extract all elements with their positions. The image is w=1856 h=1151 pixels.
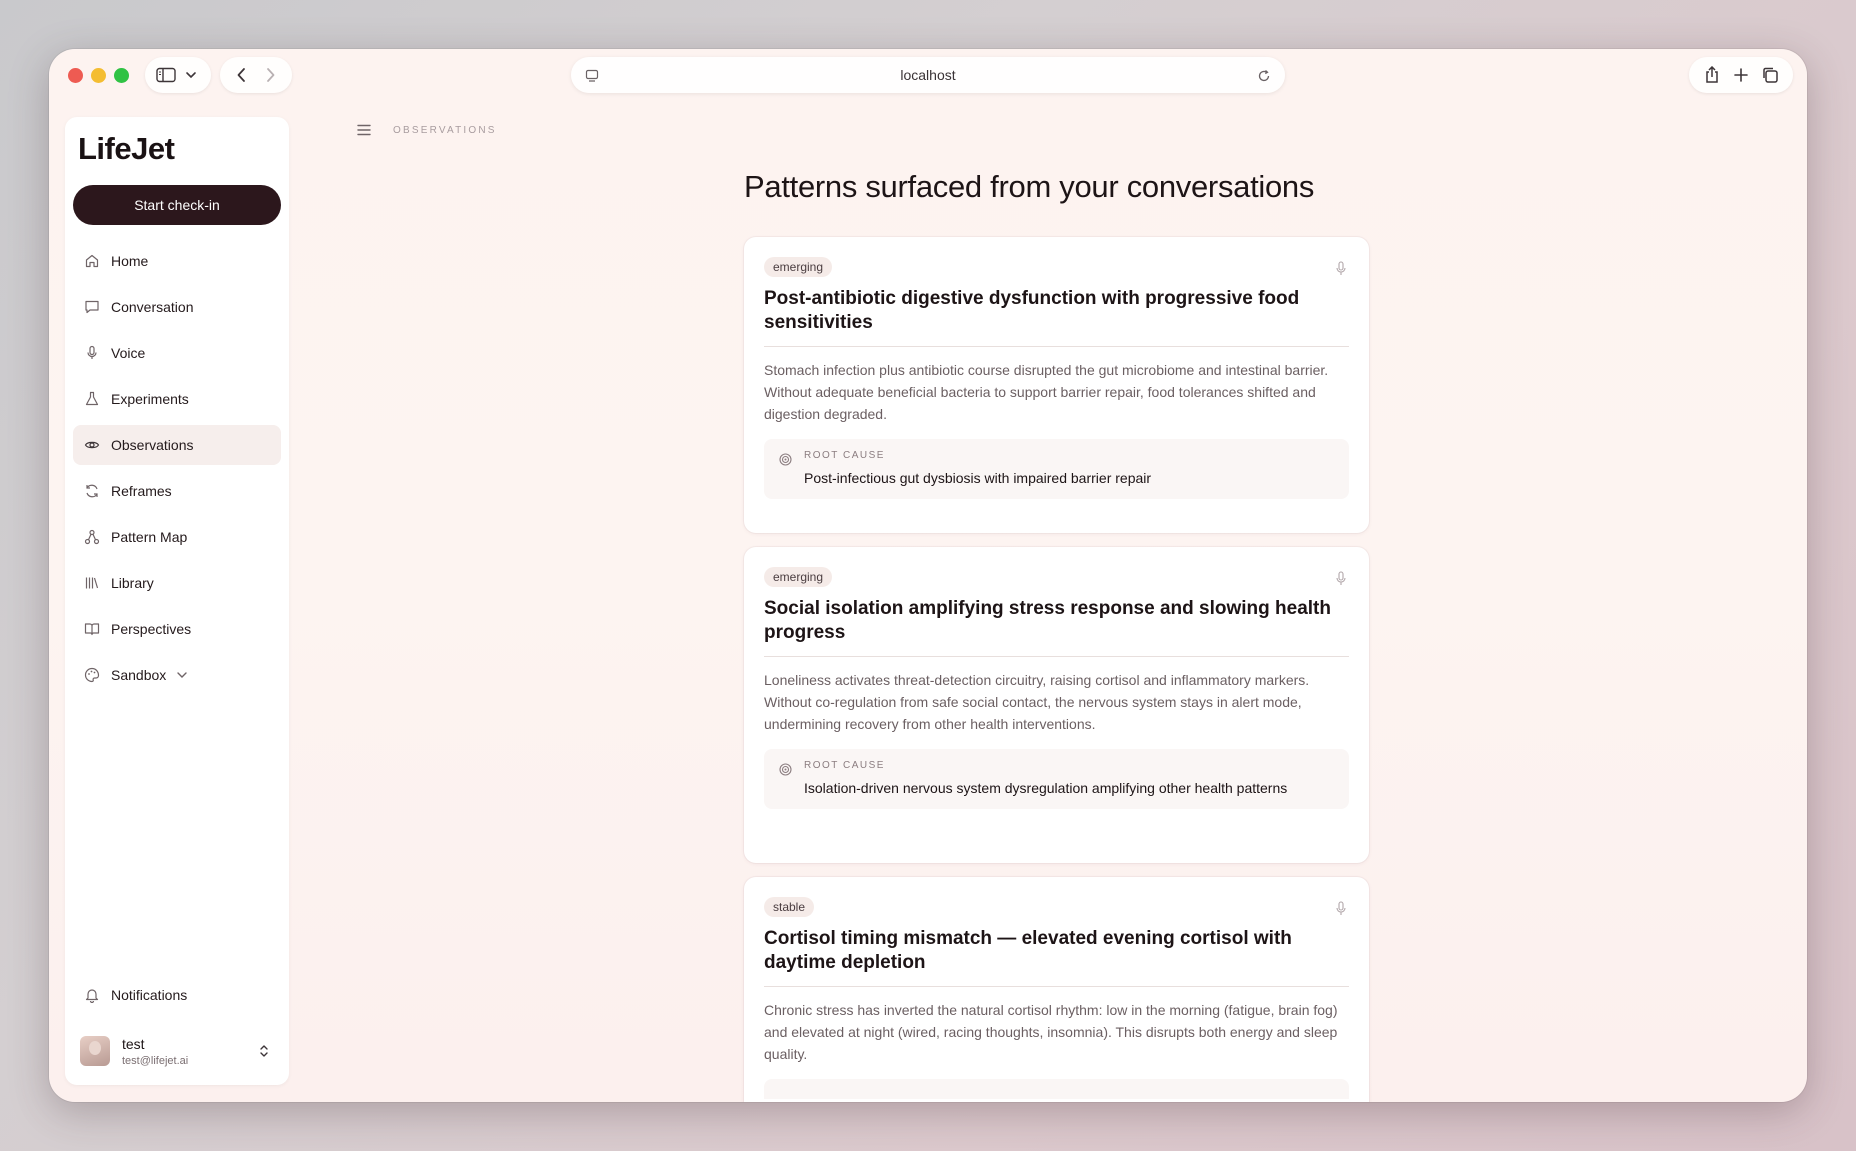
sidebar-item-label: Experiments <box>111 391 189 407</box>
sidebar-item-label: Home <box>111 253 149 269</box>
new-tab-icon[interactable] <box>1728 62 1754 88</box>
forward-arrow-icon[interactable] <box>257 62 283 88</box>
sidebar-item-label: Library <box>111 575 154 591</box>
chevron-up-down-icon[interactable] <box>259 1043 269 1064</box>
sidebar-item-label: Reframes <box>111 483 172 499</box>
mic-icon[interactable] <box>1335 571 1347 592</box>
eye-icon <box>84 437 100 453</box>
hamburger-menu-icon[interactable] <box>357 123 371 141</box>
sidebar-item-observations[interactable]: Observations <box>73 425 281 465</box>
observation-title: Post-antibiotic digestive dysfunction wi… <box>764 287 1349 347</box>
chevron-down-icon[interactable] <box>178 62 203 88</box>
mic-icon[interactable] <box>1335 901 1347 922</box>
sidebar-item-label: Notifications <box>111 987 188 1003</box>
minimize-window-button[interactable] <box>91 68 106 83</box>
share-icon[interactable] <box>1699 62 1725 88</box>
observation-body: Loneliness activates threat-detection ci… <box>764 672 1310 732</box>
user-account-menu[interactable]: test test@lifejet.ai <box>73 1025 281 1077</box>
breadcrumb: OBSERVATIONS <box>393 125 497 136</box>
target-icon <box>779 453 792 471</box>
close-window-button[interactable] <box>68 68 83 83</box>
reload-icon[interactable] <box>1251 63 1277 89</box>
sidebar-item-notifications[interactable]: Notifications <box>73 975 281 1015</box>
window-actions-group <box>1689 57 1793 93</box>
status-badge: emerging <box>764 567 833 587</box>
observation-title: Social isolation amplifying stress respo… <box>764 597 1349 657</box>
sidebar-item-label: Sandbox <box>111 667 167 683</box>
notifications-section: Notifications <box>73 975 281 1021</box>
page-title: Patterns surfaced from your conversation… <box>744 169 1315 204</box>
observation-card[interactable]: emerging Social isolation amplifying str… <box>744 547 1369 863</box>
sidebar-item-reframes[interactable]: Reframes <box>73 471 281 511</box>
observation-body: Stomach infection plus antibiotic course… <box>764 362 1329 422</box>
observation-card[interactable]: emerging Post-antibiotic digestive dysfu… <box>744 237 1369 533</box>
root-cause-text: Post-infectious gut dysbiosis with impai… <box>804 470 1152 486</box>
zoom-window-button[interactable] <box>114 68 129 83</box>
sidebar-item-voice[interactable]: Voice <box>73 333 281 373</box>
sidebar-item-sandbox[interactable]: Sandbox <box>73 655 281 695</box>
start-check-in-button[interactable]: Start check-in <box>73 185 281 225</box>
sidebar-item-label: Observations <box>111 437 194 453</box>
sidebar-item-label: Conversation <box>111 299 194 315</box>
sidebar-item-perspectives[interactable]: Perspectives <box>73 609 281 649</box>
status-badge: emerging <box>764 257 833 277</box>
user-name: test <box>122 1035 145 1052</box>
root-cause-box: ROOT CAUSE Isolation-driven nervous syst… <box>764 749 1349 809</box>
root-cause-text: Isolation-driven nervous system dysregul… <box>804 780 1288 796</box>
sidebar-item-library[interactable]: Library <box>73 563 281 603</box>
sidebar-item-label: Pattern Map <box>111 529 188 545</box>
root-cause-label: ROOT CAUSE <box>804 760 885 771</box>
target-icon <box>779 763 792 781</box>
user-info: test test@lifejet.ai <box>122 1036 188 1067</box>
root-cause-box <box>764 1079 1349 1099</box>
sidebar-item-experiments[interactable]: Experiments <box>73 379 281 419</box>
bell-icon <box>84 987 100 1003</box>
root-cause-label: ROOT CAUSE <box>804 450 885 461</box>
root-cause-box: ROOT CAUSE Post-infectious gut dysbiosis… <box>764 439 1349 499</box>
chevron-down-icon[interactable] <box>176 670 188 680</box>
user-email: test@lifejet.ai <box>122 1054 189 1067</box>
refresh-icon <box>84 483 100 499</box>
library-icon <box>84 575 100 591</box>
back-arrow-icon[interactable] <box>229 62 255 88</box>
palette-icon <box>84 667 100 683</box>
url-text: localhost <box>900 67 956 83</box>
sidebar-item-conversation[interactable]: Conversation <box>73 287 281 327</box>
sidebar-item-pattern-map[interactable]: Pattern Map <box>73 517 281 557</box>
app-sidebar: LifeJet Start check-in Home Conversation… <box>65 117 289 1085</box>
sidebar-toggle-group <box>145 57 211 93</box>
sidebar-nav: Home Conversation Voice Experiments Obse… <box>73 241 281 701</box>
avatar <box>80 1036 110 1066</box>
sidebar-item-home[interactable]: Home <box>73 241 281 281</box>
sidebar-item-label: Voice <box>111 345 146 361</box>
app-logo[interactable]: LifeJet <box>78 131 175 167</box>
observation-body: Chronic stress has inverted the natural … <box>764 1002 1338 1062</box>
sidebar-item-label: Perspectives <box>111 621 192 637</box>
history-nav-group <box>220 57 292 93</box>
mic-icon <box>84 345 100 361</box>
flask-icon <box>84 391 100 407</box>
mic-icon[interactable] <box>1335 261 1347 282</box>
network-icon <box>84 529 100 545</box>
status-badge: stable <box>764 897 815 917</box>
observation-title: Cortisol timing mismatch — elevated even… <box>764 927 1349 987</box>
sidebar-toggle-icon[interactable] <box>153 62 178 88</box>
address-bar[interactable]: localhost <box>571 57 1285 93</box>
title-bar: localhost <box>49 49 1807 101</box>
home-icon <box>84 253 100 269</box>
browser-window: localhost LifeJet Start check-in Home Co… <box>49 49 1807 1102</box>
book-icon <box>84 621 100 637</box>
chat-icon <box>84 299 100 315</box>
observation-card[interactable]: stable Cortisol timing mismatch — elevat… <box>744 877 1369 1102</box>
tab-overview-icon[interactable] <box>1757 62 1783 88</box>
